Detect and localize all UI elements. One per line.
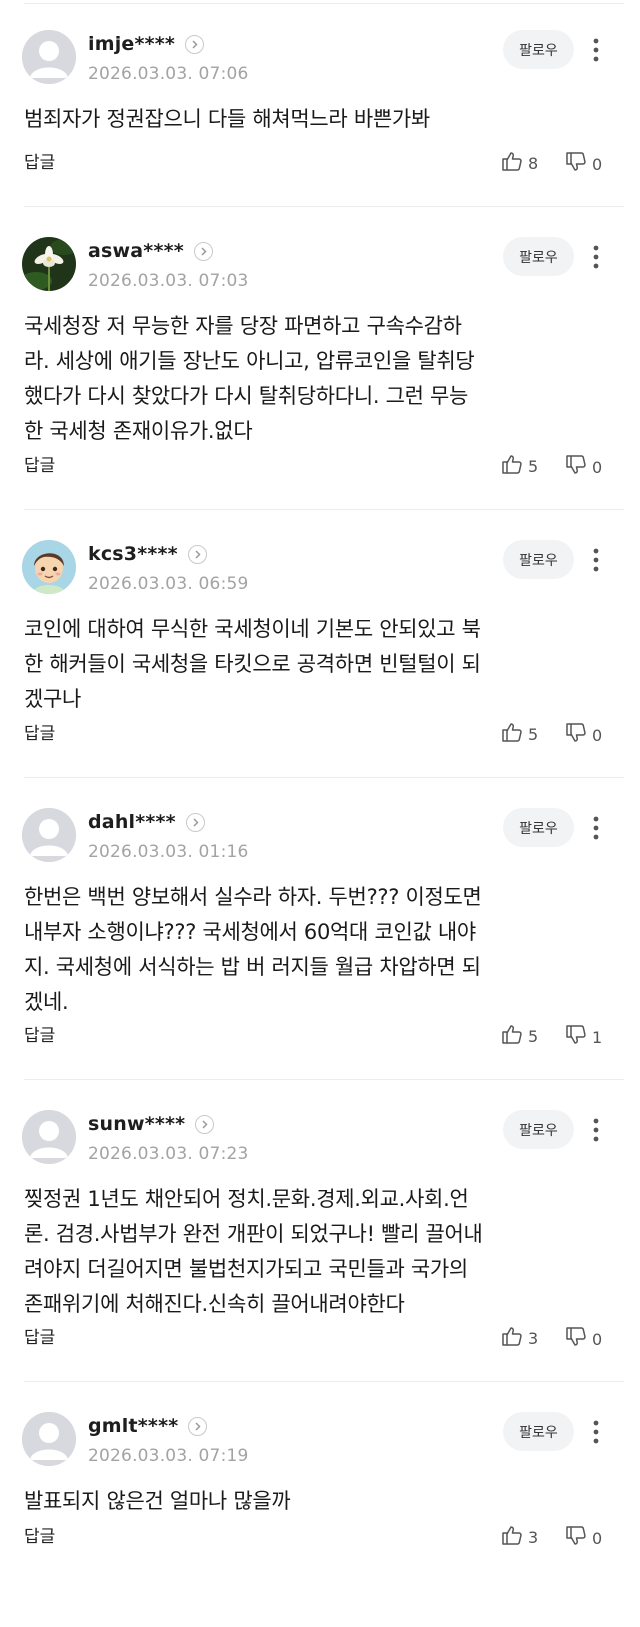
like-button[interactable]: 3: [501, 1326, 538, 1350]
like-count: 8: [528, 153, 539, 173]
thumbs-down-icon: [565, 151, 587, 177]
comment-text: 범죄자가 정권잡으니 다들 해쳐먹느라 바쁜가봐: [24, 107, 430, 131]
thumbs-up-icon: [501, 453, 523, 479]
timestamp: 2026.03.03. 07:23: [88, 1144, 249, 1164]
follow-button[interactable]: 팔로우: [503, 540, 574, 579]
thumbs-up-icon: [501, 1325, 523, 1351]
timestamp: 2026.03.03. 01:16: [88, 842, 249, 862]
username-row[interactable]: aswa****: [88, 239, 213, 263]
comment-item: kcs3**** 2026.03.03. 06:59 팔로우 코인에 대하여 무…: [0, 510, 640, 778]
thumbs-up-icon: [501, 1023, 523, 1049]
cartoon-boy-avatar[interactable]: [22, 540, 76, 594]
thumbs-down-icon: [565, 1024, 587, 1050]
comment-item: gmlt**** 2026.03.03. 07:19 팔로우 발표되지 않은건 …: [0, 1382, 640, 1627]
dislike-button[interactable]: 0: [565, 1526, 602, 1550]
username[interactable]: sunw****: [88, 1113, 185, 1135]
thumbs-down-icon: [565, 1326, 587, 1352]
dislike-button[interactable]: 0: [565, 455, 602, 479]
like-count: 5: [528, 456, 539, 476]
dislike-button[interactable]: 0: [565, 152, 602, 176]
comment-text: 발표되지 않은건 얼마나 많을까: [24, 1489, 291, 1513]
dislike-count: 0: [592, 1329, 603, 1349]
username[interactable]: kcs3****: [88, 543, 178, 565]
more-options-icon[interactable]: [586, 812, 606, 844]
thumbs-up-icon: [501, 150, 523, 176]
username-row[interactable]: imje****: [88, 32, 205, 56]
chevron-right-icon[interactable]: [187, 544, 207, 564]
follow-button[interactable]: 팔로우: [503, 237, 574, 276]
timestamp: 2026.03.03. 07:03: [88, 271, 249, 291]
timestamp: 2026.03.03. 07:19: [88, 1446, 249, 1466]
follow-button[interactable]: 팔로우: [503, 30, 574, 69]
dislike-count: 0: [592, 154, 603, 174]
dislike-count: 1: [592, 1027, 603, 1047]
like-button[interactable]: 5: [501, 454, 538, 478]
timestamp: 2026.03.03. 06:59: [88, 574, 249, 594]
like-count: 3: [528, 1527, 539, 1547]
more-options-icon[interactable]: [586, 544, 606, 576]
reply-button[interactable]: 답글: [24, 1326, 55, 1350]
default-avatar-icon[interactable]: [22, 30, 76, 84]
username[interactable]: dahl****: [88, 811, 176, 833]
comment-text: 찢정권 1년도 채안되어 정치.문화.경제.외교.사회.언 론. 검경.사법부가…: [24, 1187, 483, 1316]
more-options-icon[interactable]: [586, 1416, 606, 1448]
default-avatar-icon[interactable]: [22, 1412, 76, 1466]
thumbs-down-icon: [565, 454, 587, 480]
reply-button[interactable]: 답글: [24, 1024, 55, 1048]
more-options-icon[interactable]: [586, 241, 606, 273]
follow-button[interactable]: 팔로우: [503, 1412, 574, 1451]
like-button[interactable]: 3: [501, 1525, 538, 1549]
reply-button[interactable]: 답글: [24, 722, 55, 746]
chevron-right-icon[interactable]: [185, 812, 205, 832]
comment-text: 코인에 대하여 무식한 국세청이네 기본도 안되있고 북 한 해커들이 국세청을…: [24, 617, 481, 711]
like-button[interactable]: 8: [501, 151, 538, 175]
username-row[interactable]: sunw****: [88, 1112, 215, 1136]
like-count: 5: [528, 1026, 539, 1046]
reply-button[interactable]: 답글: [24, 454, 55, 478]
username[interactable]: gmlt****: [88, 1415, 178, 1437]
dislike-count: 0: [592, 457, 603, 477]
thumbs-up-icon: [501, 1524, 523, 1550]
comment-item: imje**** 2026.03.03. 07:06 팔로우 범죄자가 정권잡으…: [0, 0, 640, 207]
username-row[interactable]: gmlt****: [88, 1414, 208, 1438]
timestamp: 2026.03.03. 07:06: [88, 64, 249, 84]
dislike-button[interactable]: 0: [565, 1327, 602, 1351]
default-avatar-icon[interactable]: [22, 808, 76, 862]
follow-button[interactable]: 팔로우: [503, 808, 574, 847]
dislike-count: 0: [592, 725, 603, 745]
like-count: 5: [528, 724, 539, 744]
username-row[interactable]: kcs3****: [88, 542, 207, 566]
comment-item: dahl**** 2026.03.03. 01:16 팔로우 한번은 백번 양보…: [0, 778, 640, 1080]
chevron-right-icon[interactable]: [185, 34, 205, 54]
comment-text: 국세청장 저 무능한 자를 당장 파면하고 구속수감하 라. 세상에 애기들 장…: [24, 314, 475, 443]
thumbs-down-icon: [565, 722, 587, 748]
like-button[interactable]: 5: [501, 722, 538, 746]
username[interactable]: imje****: [88, 33, 175, 55]
reply-button[interactable]: 답글: [24, 151, 55, 175]
thumbs-down-icon: [565, 1525, 587, 1551]
more-options-icon[interactable]: [586, 34, 606, 66]
chevron-right-icon[interactable]: [188, 1416, 208, 1436]
more-options-icon[interactable]: [586, 1114, 606, 1146]
comment-item: aswa**** 2026.03.03. 07:03 팔로우 국세청장 저 무능…: [0, 207, 640, 510]
flower-photo-avatar[interactable]: [22, 237, 76, 291]
comment-item: sunw**** 2026.03.03. 07:23 팔로우 찢정권 1년도 채…: [0, 1080, 640, 1382]
like-button[interactable]: 5: [501, 1024, 538, 1048]
reply-button[interactable]: 답글: [24, 1525, 55, 1549]
username-row[interactable]: dahl****: [88, 810, 205, 834]
follow-button[interactable]: 팔로우: [503, 1110, 574, 1149]
like-count: 3: [528, 1328, 539, 1348]
dislike-count: 0: [592, 1528, 603, 1548]
default-avatar-icon[interactable]: [22, 1110, 76, 1164]
username[interactable]: aswa****: [88, 240, 184, 262]
thumbs-up-icon: [501, 721, 523, 747]
chevron-right-icon[interactable]: [193, 241, 213, 261]
dislike-button[interactable]: 1: [565, 1025, 602, 1049]
comment-text: 한번은 백번 양보해서 실수라 하자. 두번??? 이정도면 내부자 소행이냐?…: [24, 885, 482, 1014]
chevron-right-icon[interactable]: [195, 1114, 215, 1134]
dislike-button[interactable]: 0: [565, 723, 602, 747]
